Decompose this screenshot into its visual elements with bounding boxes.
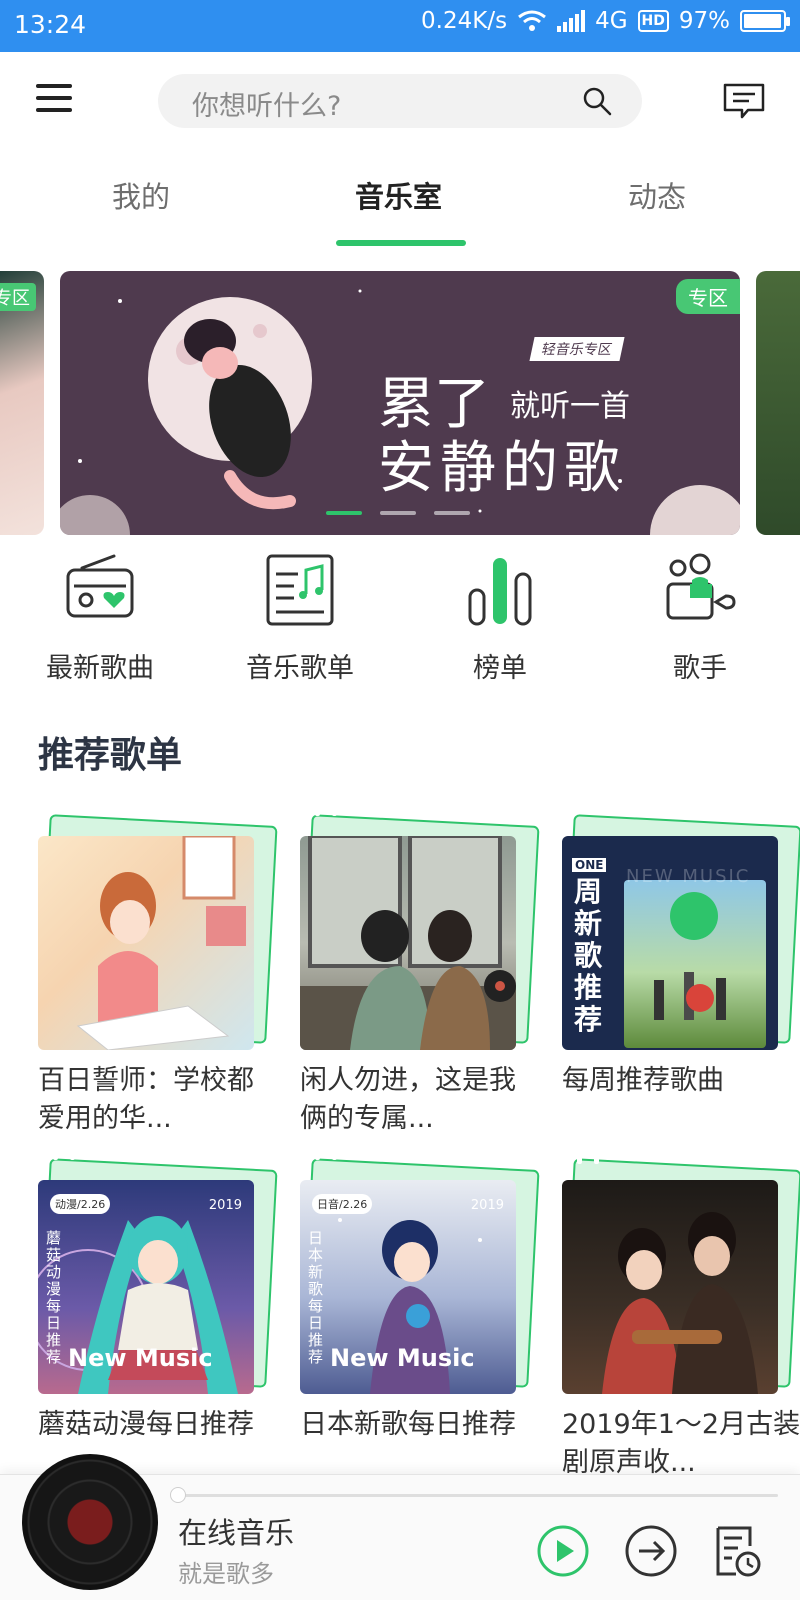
play-count-value: 1688 <box>604 1141 660 1166</box>
playlist-cover <box>562 1180 778 1394</box>
tab-feed[interactable]: 动态 <box>628 174 686 216</box>
network-speed: 0.24K/s <box>421 8 508 34</box>
queue-clock-icon <box>716 1526 761 1577</box>
signal-icon <box>557 10 586 32</box>
status-bar: 13:24 0.24K/s 4G HD 97% <box>0 0 800 52</box>
cover-badge: 动漫/2.26 <box>50 1194 111 1214</box>
headphones-icon <box>577 1143 599 1164</box>
wifi-icon <box>517 9 547 33</box>
menu-button[interactable] <box>36 84 74 114</box>
category-latest-songs[interactable]: 最新歌曲 <box>20 550 180 685</box>
next-button[interactable] <box>624 1524 678 1582</box>
tab-mine[interactable]: 我的 <box>112 174 170 216</box>
now-playing-title: 在线音乐 <box>178 1516 295 1550</box>
play-count: 126.8104万 <box>314 1134 469 1166</box>
cover-badge: 日音/2.26 <box>312 1194 373 1214</box>
next-arrow-icon <box>625 1525 677 1577</box>
search-placeholder: 你想听什么? <box>192 91 342 122</box>
category-label: 音乐歌单 <box>246 653 354 684</box>
category-label: 最新歌曲 <box>46 653 154 684</box>
tab-indicator <box>336 240 466 246</box>
banner-current[interactable]: 专区 轻音乐专区 累了 就听一首 安静的歌 <box>60 271 740 535</box>
cover-overlay-text: New Music <box>68 1344 213 1372</box>
play-count-value: 58.7119万 <box>80 1140 193 1165</box>
section-title: 推荐歌单 <box>38 735 183 776</box>
category-label: 歌手 <box>673 653 727 684</box>
cover-text: 蘑菇动漫每日推荐 <box>46 1229 62 1366</box>
network-type: 4G <box>595 8 628 34</box>
category-singers[interactable]: 歌手 <box>620 550 780 685</box>
headphones-icon <box>315 1139 337 1160</box>
playlist-title: 每周推荐歌曲 <box>562 1065 724 1096</box>
progress-bar[interactable] <box>176 1494 778 1497</box>
search-input[interactable]: 你想听什么? <box>158 74 642 128</box>
play-count: 1688 <box>576 1141 660 1166</box>
playlist-title: 蘑菇动漫每日推荐 <box>38 1409 254 1440</box>
tab-music-room[interactable]: 音乐室 <box>355 174 442 216</box>
play-count-value: 1.794982亿 <box>610 796 737 821</box>
banner-dot[interactable] <box>434 511 470 515</box>
battery-percent: 97% <box>678 8 730 34</box>
album-disc[interactable] <box>22 1454 158 1590</box>
play-count: 1.794982亿 <box>610 790 737 822</box>
banner-pagination <box>326 511 470 515</box>
banner-next[interactable] <box>756 271 800 535</box>
banner-dot[interactable] <box>380 511 416 515</box>
message-button[interactable] <box>722 82 766 124</box>
battery-fill <box>744 14 781 28</box>
progress-knob[interactable] <box>170 1487 186 1503</box>
zone-tag-prev: 专区 <box>0 283 36 311</box>
menu-icon <box>36 84 72 88</box>
play-button[interactable] <box>536 1524 590 1582</box>
battery-icon <box>740 10 790 32</box>
status-time: 13:24 <box>14 10 87 39</box>
cover-ghost-text: NEW MUSIC <box>626 866 751 887</box>
zone-tag: 专区 <box>676 279 740 314</box>
music-list-icon <box>266 554 334 626</box>
status-indicators: 0.24K/s 4G HD 97% <box>421 8 790 34</box>
now-playing-subtitle: 就是歌多 <box>178 1560 274 1588</box>
cover-text: 周新歌推荐 <box>574 875 603 1036</box>
play-count: 58.7119万 <box>52 1134 193 1166</box>
headphones-icon <box>53 1139 75 1160</box>
category-music-playlists[interactable]: 音乐歌单 <box>220 550 380 685</box>
cover-badge: ONE <box>572 858 607 872</box>
playlist-title: 百日誓师：学校都爱用的华... <box>38 1065 254 1134</box>
radio-icon <box>66 554 134 618</box>
category-charts[interactable]: 榜单 <box>420 550 580 685</box>
banner-headline-2: 安静的歌 <box>378 436 626 501</box>
play-count-value: 126.8104万 <box>342 1140 469 1165</box>
cover-year: 2019 <box>208 1198 242 1213</box>
banner-dot[interactable] <box>326 511 362 515</box>
playlist-cover <box>38 836 254 1050</box>
cover-year: 2019 <box>470 1198 504 1213</box>
play-icon <box>537 1525 589 1577</box>
category-label: 榜单 <box>473 653 527 684</box>
play-count-value: 6.4104万 <box>342 796 441 821</box>
playlist-title: 2019年1～2月古装剧原声收... <box>562 1409 800 1478</box>
playlist-cover: 动漫/2.26 2019 蘑菇动漫每日推荐 New Music <box>38 1180 254 1394</box>
banner-badge: 轻音乐专区 <box>529 337 625 361</box>
cover-text: 日本新歌每日推荐 <box>308 1229 324 1366</box>
banner-headline-small: 就听一首 <box>510 389 630 424</box>
playlist-cover <box>300 836 516 1050</box>
playlist-title: 日本新歌每日推荐 <box>300 1409 516 1440</box>
play-count: 6.4104万 <box>314 790 441 822</box>
search-icon[interactable] <box>582 86 612 120</box>
playlist-cover: 日音/2.26 2019 日本新歌每日推荐 New Music <box>300 1180 516 1394</box>
cover-overlay-text: New Music <box>330 1344 475 1372</box>
hd-badge: HD <box>637 10 669 32</box>
message-icon <box>723 83 765 119</box>
singer-icon <box>666 553 736 620</box>
chart-bars-icon <box>468 558 532 626</box>
playlist-title: 闲人勿进，这是我俩的专属... <box>300 1065 516 1134</box>
headphones-icon <box>315 795 337 816</box>
playlist-queue-button[interactable] <box>712 1524 762 1582</box>
playlist-cover: ONE NEW MUSIC 周新歌推荐 <box>562 836 778 1050</box>
banner-prev[interactable]: 专区 <box>0 271 44 535</box>
